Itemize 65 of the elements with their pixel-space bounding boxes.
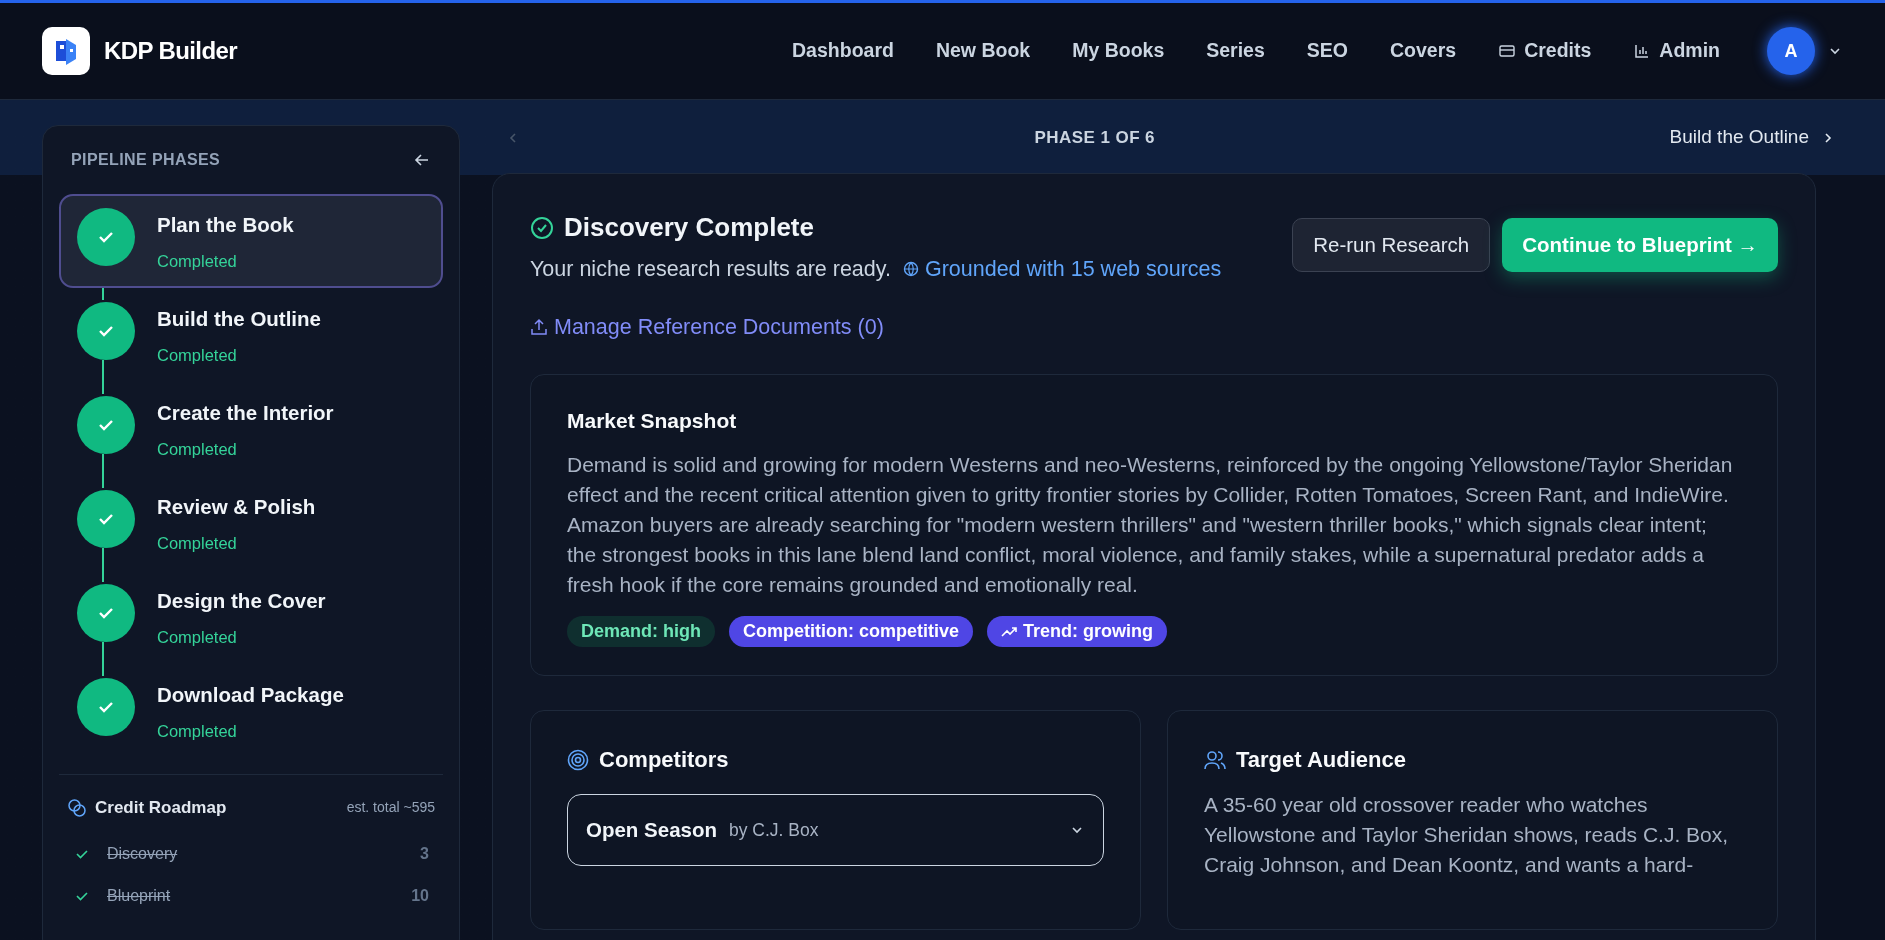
phase-item[interactable]: Design the Cover Completed [59, 570, 443, 664]
phase-status: Completed [157, 250, 238, 272]
target-icon [567, 748, 589, 771]
phase-name: Download Package [157, 682, 344, 708]
phase-item[interactable]: Download Package Completed [59, 664, 443, 758]
connector-line [102, 454, 104, 488]
connector-line [102, 548, 104, 582]
reference-documents-link[interactable]: Manage Reference Documents (0) [530, 311, 884, 344]
user-avatar[interactable]: A [1767, 27, 1815, 75]
phase-name: Design the Cover [157, 588, 326, 614]
roadmap-step: Blueprint [107, 883, 171, 908]
competitor-author: by C.J. Box [729, 818, 819, 842]
connector-line [102, 642, 104, 676]
sidebar-title: PIPELINE PHASES [71, 150, 221, 170]
globe-icon [902, 261, 919, 278]
section-title: Target Audience [1236, 746, 1406, 774]
nav-link[interactable]: Series [1189, 28, 1282, 74]
sources-link[interactable]: Grounded with 15 web sources [902, 253, 1222, 286]
phase-name: Review & Polish [157, 494, 316, 520]
nav-link[interactable]: Dashboard [775, 28, 911, 74]
nav-link[interactable]: New Book [918, 28, 1048, 74]
phase-item[interactable]: Build the Outline Completed [59, 288, 443, 382]
phase-item[interactable]: Review & Polish Completed [59, 476, 443, 570]
nav-link[interactable]: Covers [1373, 28, 1474, 74]
phase-name: Create the Interior [157, 400, 334, 426]
phase-status: Completed [157, 532, 238, 554]
phase-indicator: PHASE 1 OF 6 [1033, 126, 1156, 149]
competitor-item[interactable]: Open Season by C.J. Box [567, 794, 1104, 866]
nav-link[interactable]: Admin [1616, 28, 1737, 74]
credit-cost: 10 [411, 885, 429, 906]
page-subtitle: Your niche research results are ready. [530, 256, 891, 283]
nav-link[interactable]: My Books [1055, 28, 1182, 74]
roadmap-step: Discovery [107, 841, 178, 866]
connector-line [102, 360, 104, 394]
section-title: Market Snapshot [567, 407, 738, 434]
coins-icon [67, 797, 87, 818]
roadmap-title: Credit Roadmap [95, 797, 227, 819]
phase-status: Completed [157, 720, 238, 742]
section-title: Competitors [599, 746, 729, 774]
audience-description: A 35-60 year old crossover reader who watches Yellowstone and Taylor Sheridan shows, reads C.J. Box, Craig Johnson, and Dean Koontz, and wants a hard- [1204, 792, 1730, 878]
upload-icon [530, 318, 548, 337]
nav-link[interactable]: Credits [1481, 28, 1609, 74]
nav-link[interactable]: SEO [1289, 28, 1365, 74]
phase-status: Completed [157, 438, 238, 460]
users-icon [1204, 748, 1226, 771]
competitor-title: Open Season [586, 816, 717, 843]
rerun-button[interactable]: Re-run Research [1292, 218, 1491, 272]
credit-cost: 3 [420, 843, 429, 864]
logo-icon [42, 27, 90, 75]
phase-item[interactable]: Create the Interior Completed [59, 382, 443, 476]
page-title: Discovery Complete [564, 211, 814, 244]
phase-item[interactable]: Plan the Book Completed [59, 194, 443, 288]
phase-status: Completed [157, 344, 238, 366]
credit-card-icon [1498, 42, 1517, 60]
phase-name: Plan the Book [157, 212, 294, 238]
market-summary: Demand is solid and growing for modern Westerns and neo-Westerns, reinforced by the ongoing Yellowstone/Taylor Sheridan effect and the recent critical attention given to gritty frontier stories by Collider, Rotten Tomatoes, Screen Rant, and IndieWire. Amazon buyers are already searching for "modern western thrillers" and "western thriller books," which signals clear intent; the strongest books in this lane blend land conflict, moral violence, and family stakes, while a supernatural predator adds a fresh hook if the core remains grounded and emotionally real. [567, 452, 1734, 598]
check-circle-icon [530, 215, 554, 240]
trend-tag: Trend: growing [987, 616, 1167, 647]
competition-tag: Competition: competitive [729, 616, 973, 647]
brand-name: KDP Builder [104, 36, 237, 66]
demand-tag: Demand: high [567, 616, 715, 647]
phase-name: Build the Outline [157, 306, 321, 332]
next-phase-link[interactable]: Build the Outline [1669, 123, 1835, 152]
roadmap-total: est. total ~595 [346, 798, 435, 818]
phase-status: Completed [157, 626, 238, 648]
